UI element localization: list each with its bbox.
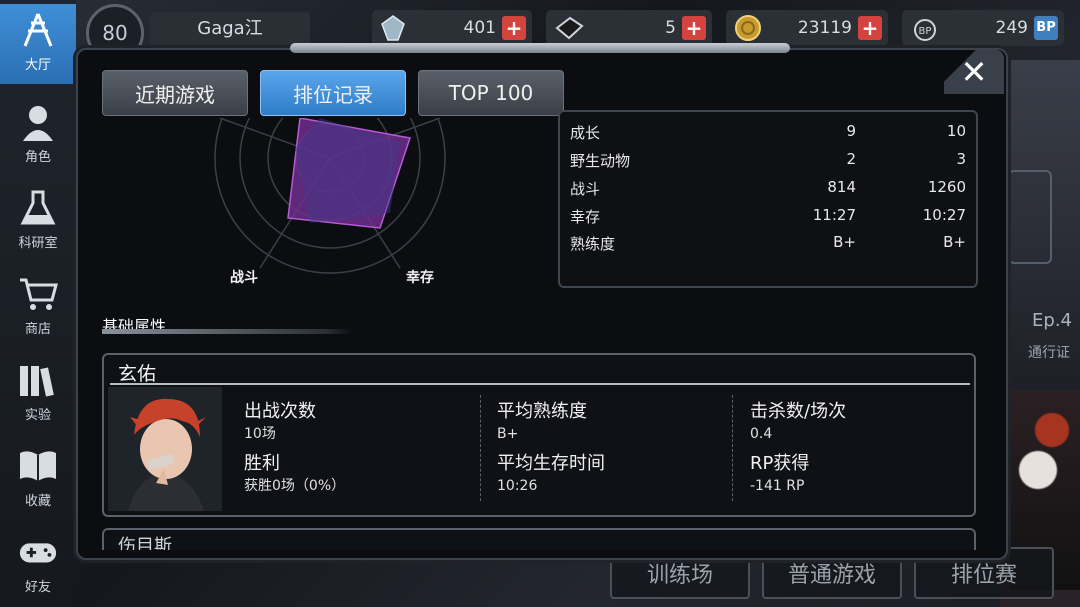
stat-value: 10场 (244, 426, 276, 442)
column-divider (480, 395, 481, 501)
bp-icon: BP (910, 14, 936, 42)
stat-label: 胜利 (244, 453, 280, 474)
cart-icon (18, 274, 58, 314)
column-divider (732, 395, 733, 501)
stat-label: RP获得 (750, 453, 810, 474)
background-ep-label: Ep.4 (1032, 310, 1072, 331)
stat-value: -141 RP (750, 478, 805, 494)
ticket-count: 5 (665, 18, 676, 38)
stat-value: B+ (497, 426, 519, 442)
section-underline (102, 329, 352, 334)
radar-label-survival: 幸存 (406, 270, 434, 286)
sidebar-item-character[interactable]: 角色 (0, 96, 76, 176)
stat-value: 获胜0场（0%） (244, 478, 346, 494)
character-stat-card[interactable]: 玄佑 出战次数 10场 胜利 获胜0场（0%） 平均熟练度 B+ 平均生存时间 … (102, 353, 976, 517)
close-icon[interactable]: ✕ (944, 50, 1004, 94)
stat-value: 10:26 (497, 478, 538, 494)
next-character-card[interactable]: 伤目斯 (102, 528, 976, 550)
sidebar-item-label: 科研室 (18, 236, 58, 251)
stat-column-kills: 击杀数/场次 0.4 RP获得 -141 RP (750, 397, 980, 501)
stat-name: 成长 (570, 124, 601, 142)
stat-name: 野生动物 (570, 152, 631, 170)
sidebar-item-collection[interactable]: 收藏 (0, 440, 76, 520)
table-row: 幸存 11:27 10:27 (570, 206, 966, 232)
resource-coin: 23119 + (726, 10, 888, 46)
stat-label: 平均熟练度 (497, 401, 587, 422)
stat-column-proficiency: 平均熟练度 B+ 平均生存时间 10:26 (497, 397, 727, 501)
coin-icon (734, 14, 761, 42)
table-row: 熟练度 B+ B+ (570, 233, 966, 259)
sidebar-item-shop[interactable]: 商店 (0, 268, 76, 348)
gamepad-icon (18, 532, 58, 572)
stat-value-compare: 1260 (927, 178, 966, 196)
stat-value-compare: B+ (943, 233, 966, 251)
sidebar-item-label: 角色 (24, 150, 51, 165)
radar-label-combat: 战斗 (230, 270, 258, 286)
add-coin-button[interactable]: + (858, 16, 882, 40)
books-icon (18, 360, 58, 400)
table-row: 成长 9 10 (570, 122, 966, 148)
stat-value-compare: 3 (956, 150, 966, 168)
sidebar-item-label: 收藏 (24, 494, 51, 509)
background-sign (1008, 170, 1052, 264)
sidebar-item-lobby[interactable]: 大厅 (0, 4, 76, 84)
stat-value: 0.4 (750, 426, 773, 442)
stat-label: 击杀数/场次 (750, 401, 847, 422)
stat-value-compare: 10 (946, 122, 966, 140)
stat-value-compare: 10:27 (922, 206, 966, 224)
tab-ranked-record[interactable]: 排位记录 (260, 70, 406, 116)
sidebar-item-label: 好友 (24, 580, 51, 595)
ticket-icon (554, 14, 584, 42)
stat-value: 11:27 (812, 206, 856, 224)
stat-value: B+ (833, 233, 856, 251)
sidebar-item-experiment[interactable]: 实验 (0, 354, 76, 434)
tab-recent-games[interactable]: 近期游戏 (102, 70, 248, 116)
bp-count: 249 (995, 18, 1028, 38)
stat-column-games: 出战次数 10场 胜利 获胜0场（0%） (244, 397, 474, 501)
tab-top-100[interactable]: TOP 100 (418, 70, 564, 116)
sidebar-item-friends[interactable]: 好友 (0, 526, 76, 606)
sidebar-item-label: 实验 (24, 408, 51, 423)
card-divider (110, 383, 970, 385)
flask-icon (18, 188, 58, 228)
stats-table: 成长 9 10 野生动物 2 3 战斗 814 1260 幸存 11:27 10… (558, 110, 978, 288)
svg-text:BP: BP (919, 26, 932, 37)
table-row: 野生动物 2 3 (570, 150, 966, 176)
character-name: 伤目斯 (118, 536, 172, 550)
character-icon (18, 102, 58, 142)
add-crystal-button[interactable]: + (502, 16, 526, 40)
modal-handle (290, 43, 790, 53)
left-sidebar: 大厅 角色 科研室 商店 实验 收藏 好友 (0, 0, 76, 607)
stat-value: 2 (846, 150, 856, 168)
player-username[interactable]: Gaga江 (150, 12, 310, 46)
resource-crystal: 401 + (372, 10, 532, 46)
table-row: 战斗 814 1260 (570, 178, 966, 204)
crystal-count: 401 (463, 18, 496, 38)
stat-value: 9 (846, 122, 856, 140)
character-name: 玄佑 (118, 363, 157, 385)
bp-button[interactable]: BP (1034, 16, 1058, 40)
resource-ticket: 5 + (546, 10, 712, 46)
background-right-panel: Ep.4 通行证 (1000, 60, 1080, 607)
book-icon (18, 446, 58, 486)
character-portrait (108, 387, 222, 511)
sidebar-item-research[interactable]: 科研室 (0, 182, 76, 262)
lobby-icon (18, 10, 58, 50)
coin-count: 23119 (797, 18, 852, 38)
sidebar-item-label: 商店 (24, 322, 51, 337)
stat-name: 战斗 (570, 180, 601, 198)
stat-name: 幸存 (570, 208, 601, 226)
sidebar-item-label: 大厅 (24, 58, 51, 73)
stat-label: 出战次数 (244, 401, 316, 422)
stat-value: 814 (827, 178, 856, 196)
crystal-icon (380, 14, 406, 42)
modal-tabs: 近期游戏 排位记录 TOP 100 (102, 70, 564, 116)
add-ticket-button[interactable]: + (682, 16, 706, 40)
background-pass-label: 通行证 (1028, 345, 1070, 361)
stat-label: 平均生存时间 (497, 453, 605, 474)
stat-name: 熟练度 (570, 235, 616, 253)
resource-bp: BP 249 BP (902, 10, 1064, 46)
